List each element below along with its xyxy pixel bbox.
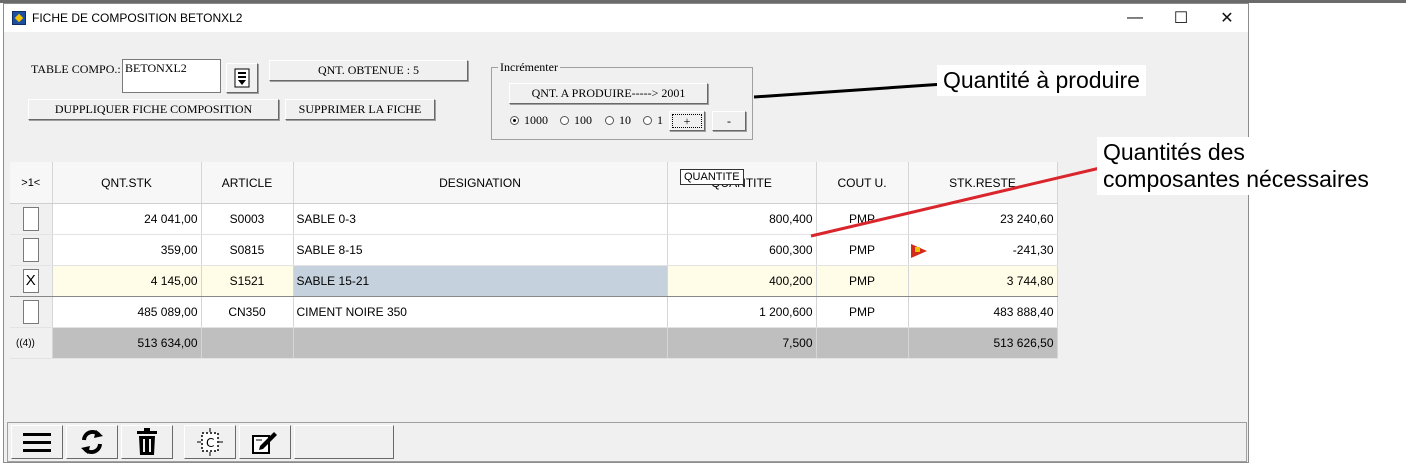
callout-quantites-composantes: Quantités des composantes nécessaires — [1097, 137, 1406, 195]
annotation-arrows — [753, 82, 1101, 238]
callout-line-2: composantes nécessaires — [1103, 166, 1369, 192]
red-pointer-line — [810, 166, 1101, 238]
callout-line-1: Quantités des — [1103, 139, 1245, 165]
callout-quantite-produire: Quantité à produire — [937, 65, 1146, 96]
black-pointer-line — [753, 82, 945, 99]
